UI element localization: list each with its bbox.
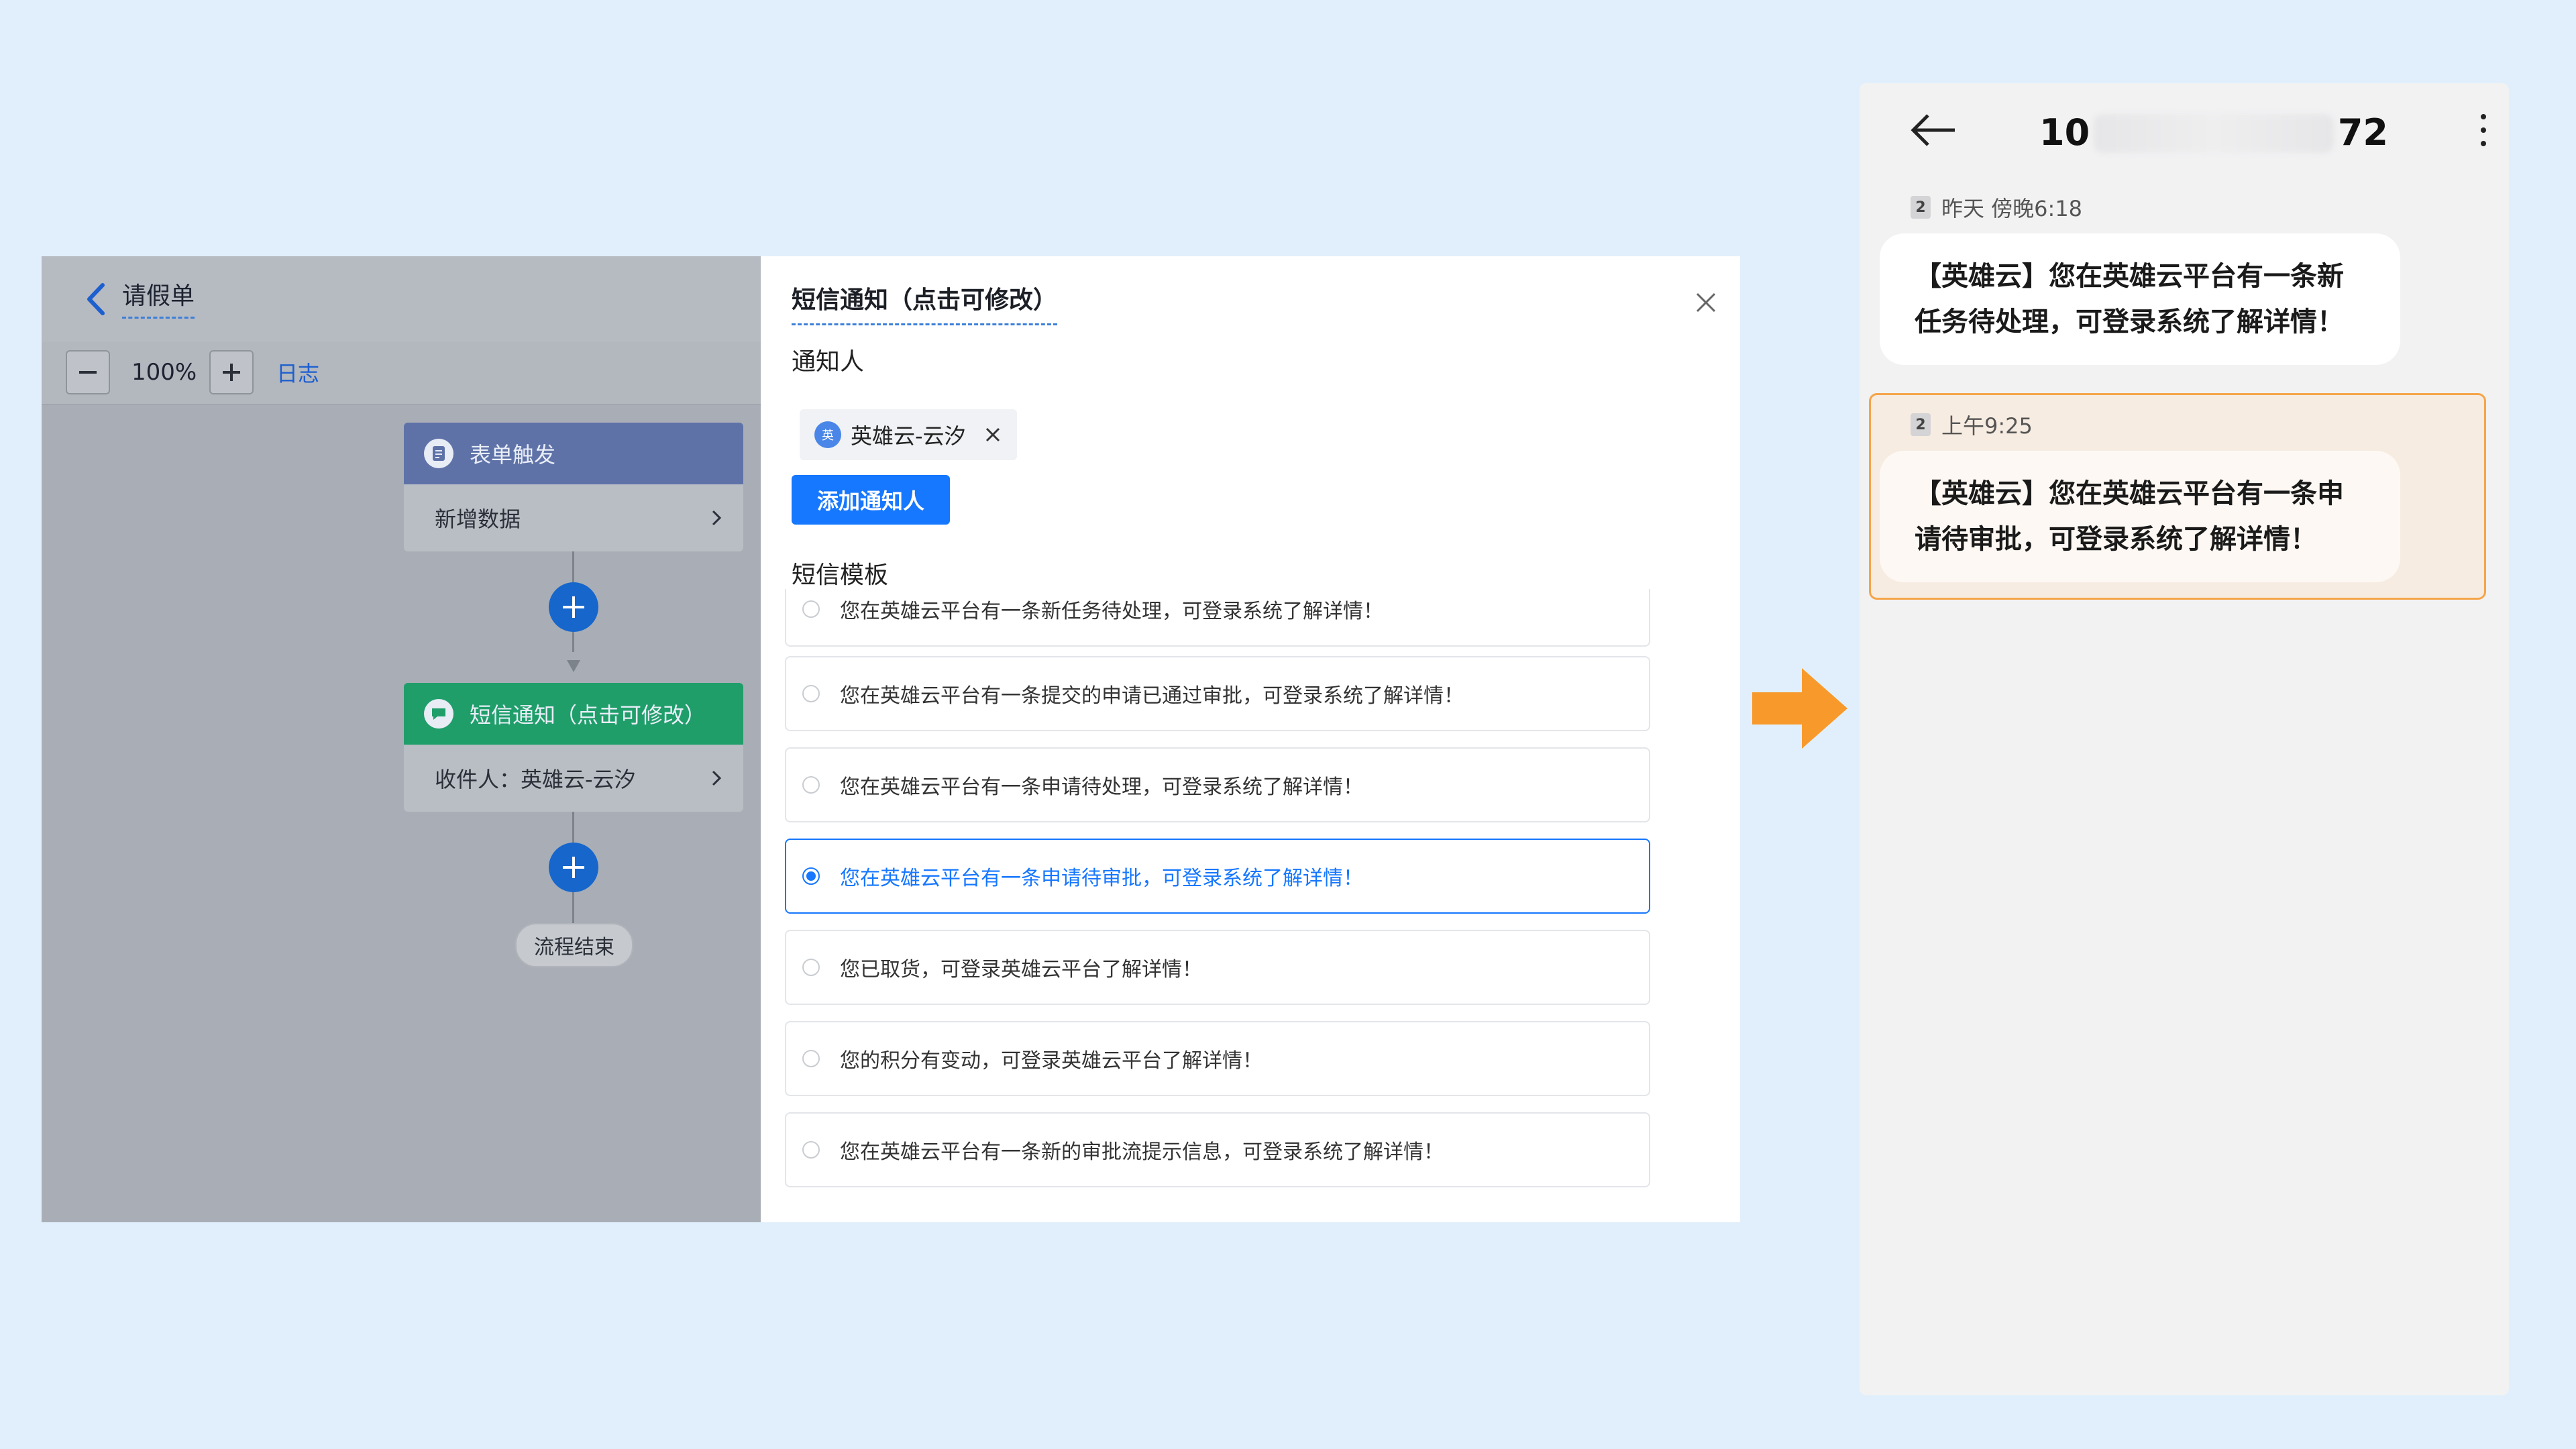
template-label: 短信模板 — [792, 561, 889, 589]
message-icon — [424, 699, 453, 729]
recipient-chip: 英 英雄云-云汐 — [800, 409, 1017, 460]
template-text: 您在英雄云平台有一条申请待处理，可登录系统了解详情！ — [840, 775, 1363, 799]
radio-icon[interactable] — [802, 959, 820, 976]
number-prefix: 10 — [2039, 111, 2090, 154]
back-chevron-icon[interactable] — [75, 279, 115, 319]
workflow-canvas: 请假单 100% 日志 表单触发 新增数据 短信通知（点击可修改） 收件人：英雄… — [42, 256, 761, 1222]
radio-icon[interactable] — [802, 685, 820, 702]
template-text: 您的积分有变动，可登录英雄云平台了解详情！ — [840, 1049, 1263, 1073]
workflow-header: 请假单 — [42, 256, 761, 342]
template-option[interactable]: 您在英雄云平台有一条新任务待处理，可登录系统了解详情！ — [785, 589, 1650, 647]
message-meta: 2 昨天 傍晚6:18 — [1911, 192, 2082, 223]
message-time: 昨天 傍晚6:18 — [1941, 196, 2083, 221]
template-option[interactable]: 您已取货，可登录英雄云平台了解详情！ — [785, 930, 1650, 1005]
template-option[interactable]: 您的积分有变动，可登录英雄云平台了解详情！ — [785, 1021, 1650, 1096]
close-icon[interactable] — [1689, 286, 1723, 319]
template-text: 您在英雄云平台有一条申请待审批，可登录系统了解详情！ — [840, 867, 1363, 890]
node-head-label: 表单触发 — [470, 442, 556, 468]
node-head: 短信通知（点击可修改） — [404, 683, 743, 745]
sim-badge: 2 — [1911, 196, 1931, 219]
message-text-line: 任务待处理，可登录系统了解详情！ — [1915, 307, 2344, 337]
radio-selected-icon[interactable] — [802, 867, 820, 885]
chevron-right-icon — [712, 770, 722, 786]
radio-icon[interactable] — [802, 776, 820, 794]
sender-number: 10 72 — [2039, 101, 2388, 165]
add-recipient-button[interactable]: 添加通知人 — [792, 475, 951, 525]
template-text: 您在英雄云平台有一条新任务待处理，可登录系统了解详情！ — [840, 600, 1383, 623]
message-text-line: 【英雄云】您在英雄云平台有一条新 — [1915, 261, 2344, 292]
message-time: 上午9:25 — [1941, 413, 2033, 439]
arrow-right-icon — [1752, 668, 1847, 749]
template-text: 您在英雄云平台有一条提交的申请已通过审批，可登录系统了解详情！ — [840, 684, 1464, 708]
remove-recipient-icon[interactable] — [983, 425, 1002, 444]
message-text-line: 【英雄云】您在英雄云平台有一条申 — [1915, 478, 2344, 509]
flow-end-pill: 流程结束 — [515, 923, 633, 967]
template-list: 您在英雄云平台有一条新任务待处理，可登录系统了解详情！ 您在英雄云平台有一条提交… — [775, 589, 1741, 1222]
message-meta: 2 上午9:25 — [1911, 409, 2033, 440]
arrow-down-icon — [567, 660, 580, 672]
radio-icon[interactable] — [802, 1141, 820, 1159]
template-option[interactable]: 您在英雄云平台有一条申请待处理，可登录系统了解详情！ — [785, 747, 1650, 822]
sms-notify-panel: 短信通知（点击可修改） 通知人 英 英雄云-云汐 添加通知人 短信模板 您在英雄… — [761, 256, 1740, 1222]
zoom-toolbar: 100% 日志 — [42, 342, 761, 405]
zoom-level: 100% — [131, 359, 197, 386]
number-suffix: 72 — [2337, 111, 2388, 154]
radio-icon[interactable] — [802, 1050, 820, 1067]
sim-badge: 2 — [1911, 413, 1931, 436]
message-text-line: 请待审批，可登录系统了解详情！ — [1915, 524, 2317, 555]
template-option-selected[interactable]: 您在英雄云平台有一条申请待审批，可登录系统了解详情！ — [785, 839, 1650, 914]
recipient-name: 英雄云-云汐 — [851, 423, 966, 449]
node-body-label: 收件人：英雄云-云汐 — [435, 767, 636, 792]
template-text: 您已取货，可登录英雄云平台了解详情！ — [840, 958, 1202, 981]
add-node-button[interactable] — [549, 843, 598, 892]
radio-icon[interactable] — [802, 600, 820, 618]
node-body-label: 新增数据 — [435, 506, 521, 532]
node-body[interactable]: 收件人：英雄云-云汐 — [404, 745, 743, 812]
chevron-right-icon — [712, 510, 722, 526]
more-vertical-icon[interactable] — [2477, 103, 2490, 157]
add-node-button[interactable] — [549, 582, 598, 632]
avatar: 英 — [814, 421, 841, 448]
template-option[interactable]: 您在英雄云平台有一条提交的申请已通过审批，可登录系统了解详情！ — [785, 656, 1650, 731]
plus-icon — [223, 364, 240, 381]
workflow-title: 请假单 — [122, 278, 195, 319]
number-mask — [2094, 114, 2334, 153]
plus-icon — [563, 857, 584, 878]
message-bubble[interactable]: 【英雄云】您在英雄云平台有一条申 请待审批，可登录系统了解详情！ — [1880, 451, 2400, 582]
form-icon — [424, 439, 453, 468]
node-body[interactable]: 新增数据 — [404, 484, 743, 551]
plus-icon — [563, 596, 584, 618]
minus-icon — [79, 371, 97, 374]
template-option[interactable]: 您在英雄云平台有一条新的审批流提示信息，可登录系统了解详情！ — [785, 1112, 1650, 1187]
notify-label: 通知人 — [792, 348, 865, 376]
message-bubble[interactable]: 【英雄云】您在英雄云平台有一条新 任务待处理，可登录系统了解详情！ — [1880, 233, 2400, 365]
panel-title[interactable]: 短信通知（点击可修改） — [792, 280, 1058, 325]
zoom-in-button[interactable] — [209, 350, 254, 394]
node-sms-notify[interactable]: 短信通知（点击可修改） 收件人：英雄云-云汐 — [404, 683, 743, 812]
node-head-label: 短信通知（点击可修改） — [470, 702, 706, 728]
back-arrow-icon[interactable] — [1907, 97, 1960, 164]
zoom-out-button[interactable] — [66, 350, 110, 394]
log-link[interactable]: 日志 — [276, 352, 319, 396]
node-head: 表单触发 — [404, 423, 743, 484]
node-form-trigger[interactable]: 表单触发 新增数据 — [404, 423, 743, 551]
template-text: 您在英雄云平台有一条新的审批流提示信息，可登录系统了解详情！ — [840, 1140, 1444, 1164]
